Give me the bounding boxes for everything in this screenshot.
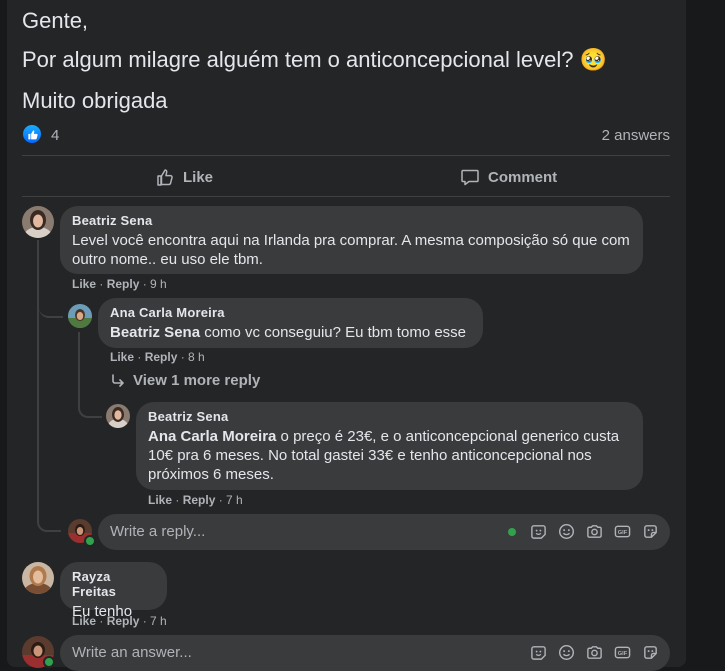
comment-text: Level você encontra aqui na Irlanda pra … xyxy=(72,232,630,268)
separator: · xyxy=(96,614,107,628)
active-indicator xyxy=(508,527,516,536)
comment-reply-link[interactable]: Reply xyxy=(145,350,178,364)
sticker-icon[interactable] xyxy=(641,522,660,541)
like-button[interactable]: Like xyxy=(155,164,213,190)
mention-link[interactable]: Ana Carla Moreira xyxy=(148,428,276,445)
online-status-indicator xyxy=(43,656,55,668)
comment-time[interactable]: · 7 h xyxy=(139,614,167,628)
avatar-sticker-icon[interactable] xyxy=(529,522,548,541)
divider xyxy=(22,196,670,197)
view-more-replies-button[interactable]: View 1 more reply xyxy=(111,372,260,389)
comment-author[interactable]: Ana Carla Moreira xyxy=(110,305,471,320)
sticker-icon[interactable] xyxy=(641,643,660,662)
comment-author[interactable]: Rayza Freitas xyxy=(72,569,155,599)
post-text-line-3: Muito obrigada xyxy=(22,88,168,113)
comment-reply-link[interactable]: Reply xyxy=(183,493,216,507)
avatar[interactable] xyxy=(68,304,92,328)
camera-icon[interactable] xyxy=(585,522,604,541)
comment-meta: Like · Reply · 7 h xyxy=(72,614,167,628)
like-count[interactable]: 4 xyxy=(51,127,59,144)
answer-input-placeholder: Write an answer... xyxy=(72,644,192,661)
thread-connector xyxy=(39,296,63,318)
comment-meta: Like · Reply · 8 h xyxy=(110,350,205,364)
comment-meta: Like · Reply · 7 h xyxy=(148,493,243,507)
avatar-sticker-icon[interactable] xyxy=(529,643,548,662)
thumbs-up-icon xyxy=(155,167,175,187)
comment-like-link[interactable]: Like xyxy=(72,614,96,628)
comment-author[interactable]: Beatriz Sena xyxy=(72,213,631,228)
comment-meta: Like · Reply · 9 h xyxy=(72,277,167,291)
comment-text: como vc conseguiu? Eu tbm tomo esse xyxy=(200,324,467,341)
divider xyxy=(22,155,670,156)
svg-text:GIF: GIF xyxy=(618,530,628,536)
comment-author[interactable]: Beatriz Sena xyxy=(148,409,631,424)
comment-time[interactable]: · 8 h xyxy=(177,350,205,364)
camera-icon[interactable] xyxy=(585,643,604,662)
post-text-line-1: Gente, xyxy=(22,8,89,33)
post-text-line-2: Por algum milagre alguém tem o anticonce… xyxy=(22,47,608,72)
comment-bubble: Beatriz Sena Ana Carla Moreira o preço é… xyxy=(136,402,643,490)
comment-time[interactable]: · 7 h xyxy=(215,493,243,507)
separator: · xyxy=(172,493,183,507)
comment-like-link[interactable]: Like xyxy=(148,493,172,507)
reaction-summary: 4 2 answers xyxy=(22,124,670,146)
reply-input-placeholder: Write a reply... xyxy=(110,523,206,540)
view-more-label: View 1 more reply xyxy=(133,372,261,389)
reply-input[interactable]: Write a reply... GIF xyxy=(98,514,670,550)
comment-reply-link[interactable]: Reply xyxy=(107,614,140,628)
avatar[interactable] xyxy=(106,404,130,428)
emoji-icon[interactable] xyxy=(557,643,576,662)
separator: · xyxy=(96,277,107,291)
like-reaction-icon[interactable] xyxy=(23,125,41,143)
separator: · xyxy=(134,350,145,364)
emoji-icon[interactable] xyxy=(557,522,576,541)
comment-reply-link[interactable]: Reply xyxy=(107,277,140,291)
avatar[interactable] xyxy=(22,562,54,594)
reply-arrow-icon xyxy=(111,373,125,388)
comment-time[interactable]: · 9 h xyxy=(139,277,167,291)
answers-count-link[interactable]: 2 answers xyxy=(602,127,670,144)
svg-text:GIF: GIF xyxy=(618,651,628,657)
thread-connector xyxy=(78,332,102,418)
like-button-label: Like xyxy=(183,168,214,186)
comment-icon xyxy=(460,167,480,187)
comment-bubble: Ana Carla Moreira Beatriz Sena como vc c… xyxy=(98,298,483,348)
comment-like-link[interactable]: Like xyxy=(72,277,96,291)
gif-icon[interactable]: GIF xyxy=(613,522,632,541)
comment-bubble: Rayza Freitas Eu tenho xyxy=(60,562,167,620)
answer-input[interactable]: Write an answer... GIF xyxy=(60,635,670,671)
avatar[interactable] xyxy=(22,206,54,238)
comment-button-label: Comment xyxy=(488,168,558,186)
comment-bubble: Beatriz Sena Level você encontra aqui na… xyxy=(60,206,643,274)
thread-connector xyxy=(37,240,61,532)
online-status-indicator xyxy=(84,535,96,547)
comment-button[interactable]: Comment xyxy=(460,164,557,190)
comment-like-link[interactable]: Like xyxy=(110,350,134,364)
gif-icon[interactable]: GIF xyxy=(613,643,632,662)
mention-link[interactable]: Beatriz Sena xyxy=(110,324,200,341)
